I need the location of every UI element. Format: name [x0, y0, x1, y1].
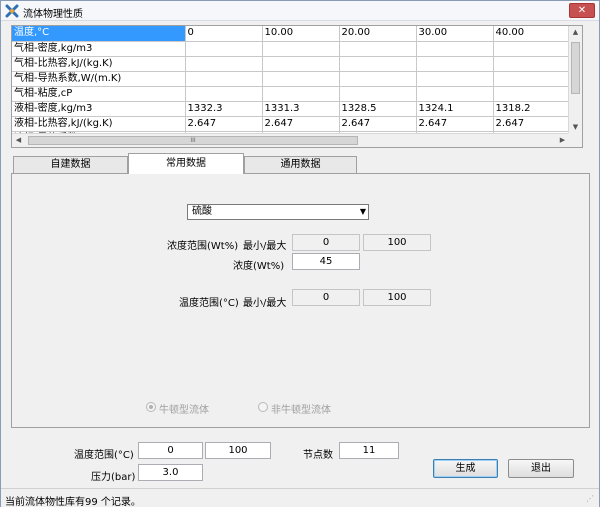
fluid-select-value: 硫酸: [192, 206, 212, 217]
scroll-up-arrow-icon[interactable]: ▲: [569, 26, 582, 39]
table-cell[interactable]: [493, 71, 570, 87]
table-cell[interactable]: 20.00: [339, 26, 417, 42]
tab-custom-data[interactable]: 自建数据: [13, 156, 128, 173]
property-grid[interactable]: 温度,°C 0 10.00 20.00 30.00 40.00 气相-密度,kg/m3 气相-…: [11, 25, 583, 148]
vertical-scrollbar[interactable]: ▲ ▼: [568, 26, 582, 134]
row-header-cell[interactable]: 气相-粘度,cP: [12, 86, 186, 102]
table-cell[interactable]: [262, 71, 340, 87]
close-button[interactable]: ✕: [569, 3, 595, 18]
temp-minmax-label: 最小/最大: [243, 298, 287, 309]
nodes-input[interactable]: 11: [339, 442, 399, 459]
temp-min-field: 0: [292, 289, 360, 306]
window-title: 流体物理性质: [23, 9, 83, 20]
title-bar[interactable]: 流体物理性质 ✕: [1, 1, 599, 21]
conc-minmax-label: 最小/最大: [243, 241, 287, 252]
main-window: 流体物理性质 ✕ 温度,°C 0 10.00 20.00 30.00 40.00 气相-密度…: [0, 0, 600, 507]
table-cell[interactable]: 1328.5: [339, 101, 417, 117]
table-row[interactable]: 温度,°C 0 10.00 20.00 30.00 40.00: [12, 26, 570, 42]
table-cell[interactable]: [339, 56, 417, 72]
fluid-select[interactable]: 硫酸 ▼: [187, 204, 369, 220]
table-cell[interactable]: 30.00: [416, 26, 494, 42]
non-newtonian-label: 非牛顿型流体: [271, 405, 331, 416]
table-cell[interactable]: [262, 86, 340, 102]
table-cell[interactable]: 1324.1: [416, 101, 494, 117]
tab-general-data[interactable]: 通用数据: [244, 156, 357, 173]
table-cell[interactable]: [416, 86, 494, 102]
table-row[interactable]: 液相-比热容,kJ/(kg.K) 2.647 2.647 2.647 2.647 2.64…: [12, 116, 570, 132]
pressure-label: 压力(bar): [91, 472, 136, 483]
table-cell[interactable]: [416, 56, 494, 72]
newtonian-radio[interactable]: [146, 402, 156, 412]
table-cell[interactable]: [185, 56, 263, 72]
table-row[interactable]: 气相-密度,kg/m3: [12, 41, 570, 57]
table-cell[interactable]: [185, 86, 263, 102]
table-cell[interactable]: [416, 41, 494, 57]
non-newtonian-radio[interactable]: [258, 402, 268, 412]
table-cell[interactable]: [185, 41, 263, 57]
table-cell[interactable]: [339, 71, 417, 87]
table-cell[interactable]: [493, 86, 570, 102]
scroll-corner: [568, 133, 582, 147]
table-cell[interactable]: 0: [185, 26, 263, 42]
conc-max-field: 100: [363, 234, 431, 251]
temp-max-field: 100: [363, 289, 431, 306]
table-cell[interactable]: 2.647: [185, 116, 263, 132]
chevron-down-icon[interactable]: ▼: [360, 205, 366, 219]
horizontal-scroll-thumb[interactable]: III: [28, 136, 358, 145]
row-header-cell[interactable]: 温度,°C: [12, 26, 186, 42]
table-cell[interactable]: 2.647: [339, 116, 417, 132]
row-header-cell[interactable]: 气相-比热容,kJ/(kg.K): [12, 56, 186, 72]
table-cell[interactable]: [493, 56, 570, 72]
table-row[interactable]: 气相-粘度,cP: [12, 86, 570, 102]
property-table: 温度,°C 0 10.00 20.00 30.00 40.00 气相-密度,kg/m3 气相-…: [12, 26, 570, 147]
pressure-input[interactable]: 3.0: [138, 464, 203, 481]
row-header-cell[interactable]: 气相-密度,kg/m3: [12, 41, 186, 57]
conc-label: 浓度(Wt%): [233, 261, 285, 272]
table-cell[interactable]: 1332.3: [185, 101, 263, 117]
table-cell[interactable]: 1318.2: [493, 101, 570, 117]
table-cell[interactable]: 1331.3: [262, 101, 340, 117]
table-cell[interactable]: [416, 71, 494, 87]
table-cell[interactable]: 40.00: [493, 26, 570, 42]
table-cell[interactable]: 2.647: [416, 116, 494, 132]
conc-range-label: 浓度范围(Wt%): [167, 241, 239, 252]
temp-range-label: 温度范围(°C): [179, 298, 239, 309]
exit-button[interactable]: 退出: [508, 459, 574, 478]
horizontal-scrollbar[interactable]: ◀ III ▶: [12, 133, 569, 147]
table-cell[interactable]: [185, 71, 263, 87]
row-header-cell[interactable]: 液相-密度,kg/m3: [12, 101, 186, 117]
table-cell[interactable]: [339, 86, 417, 102]
table-cell[interactable]: 2.647: [262, 116, 340, 132]
table-row[interactable]: 气相-比热容,kJ/(kg.K): [12, 56, 570, 72]
vertical-scroll-thumb[interactable]: [571, 42, 580, 94]
newtonian-label: 牛顿型流体: [159, 405, 209, 416]
row-header-cell[interactable]: 气相-导热系数,W/(m.K): [12, 71, 186, 87]
status-bar: 当前流体物性库有99 个记录。 ⋰: [1, 488, 599, 507]
table-cell[interactable]: 10.00: [262, 26, 340, 42]
table-row[interactable]: 气相-导热系数,W/(m.K): [12, 71, 570, 87]
conc-input[interactable]: 45: [292, 253, 360, 270]
table-cell[interactable]: 2.647: [493, 116, 570, 132]
conc-min-field: 0: [292, 234, 360, 251]
nodes-label: 节点数: [303, 450, 333, 461]
temp-to-input[interactable]: 100: [205, 442, 271, 459]
table-cell[interactable]: [262, 41, 340, 57]
table-cell[interactable]: [493, 41, 570, 57]
app-icon: [5, 4, 19, 18]
bottom-temp-range-label: 温度范围(°C): [74, 450, 134, 461]
status-text: 当前流体物性库有99 个记录。: [5, 497, 141, 507]
table-cell[interactable]: [339, 41, 417, 57]
resize-grip-icon[interactable]: ⋰: [586, 494, 596, 504]
scroll-left-arrow-icon[interactable]: ◀: [12, 134, 25, 147]
row-header-cell[interactable]: 液相-比热容,kJ/(kg.K): [12, 116, 186, 132]
tab-common-data[interactable]: 常用数据: [128, 153, 244, 174]
generate-button[interactable]: 生成: [433, 459, 498, 478]
table-row[interactable]: 液相-密度,kg/m3 1332.3 1331.3 1328.5 1324.1 1318.…: [12, 101, 570, 117]
temp-from-input[interactable]: 0: [138, 442, 203, 459]
table-cell[interactable]: [262, 56, 340, 72]
